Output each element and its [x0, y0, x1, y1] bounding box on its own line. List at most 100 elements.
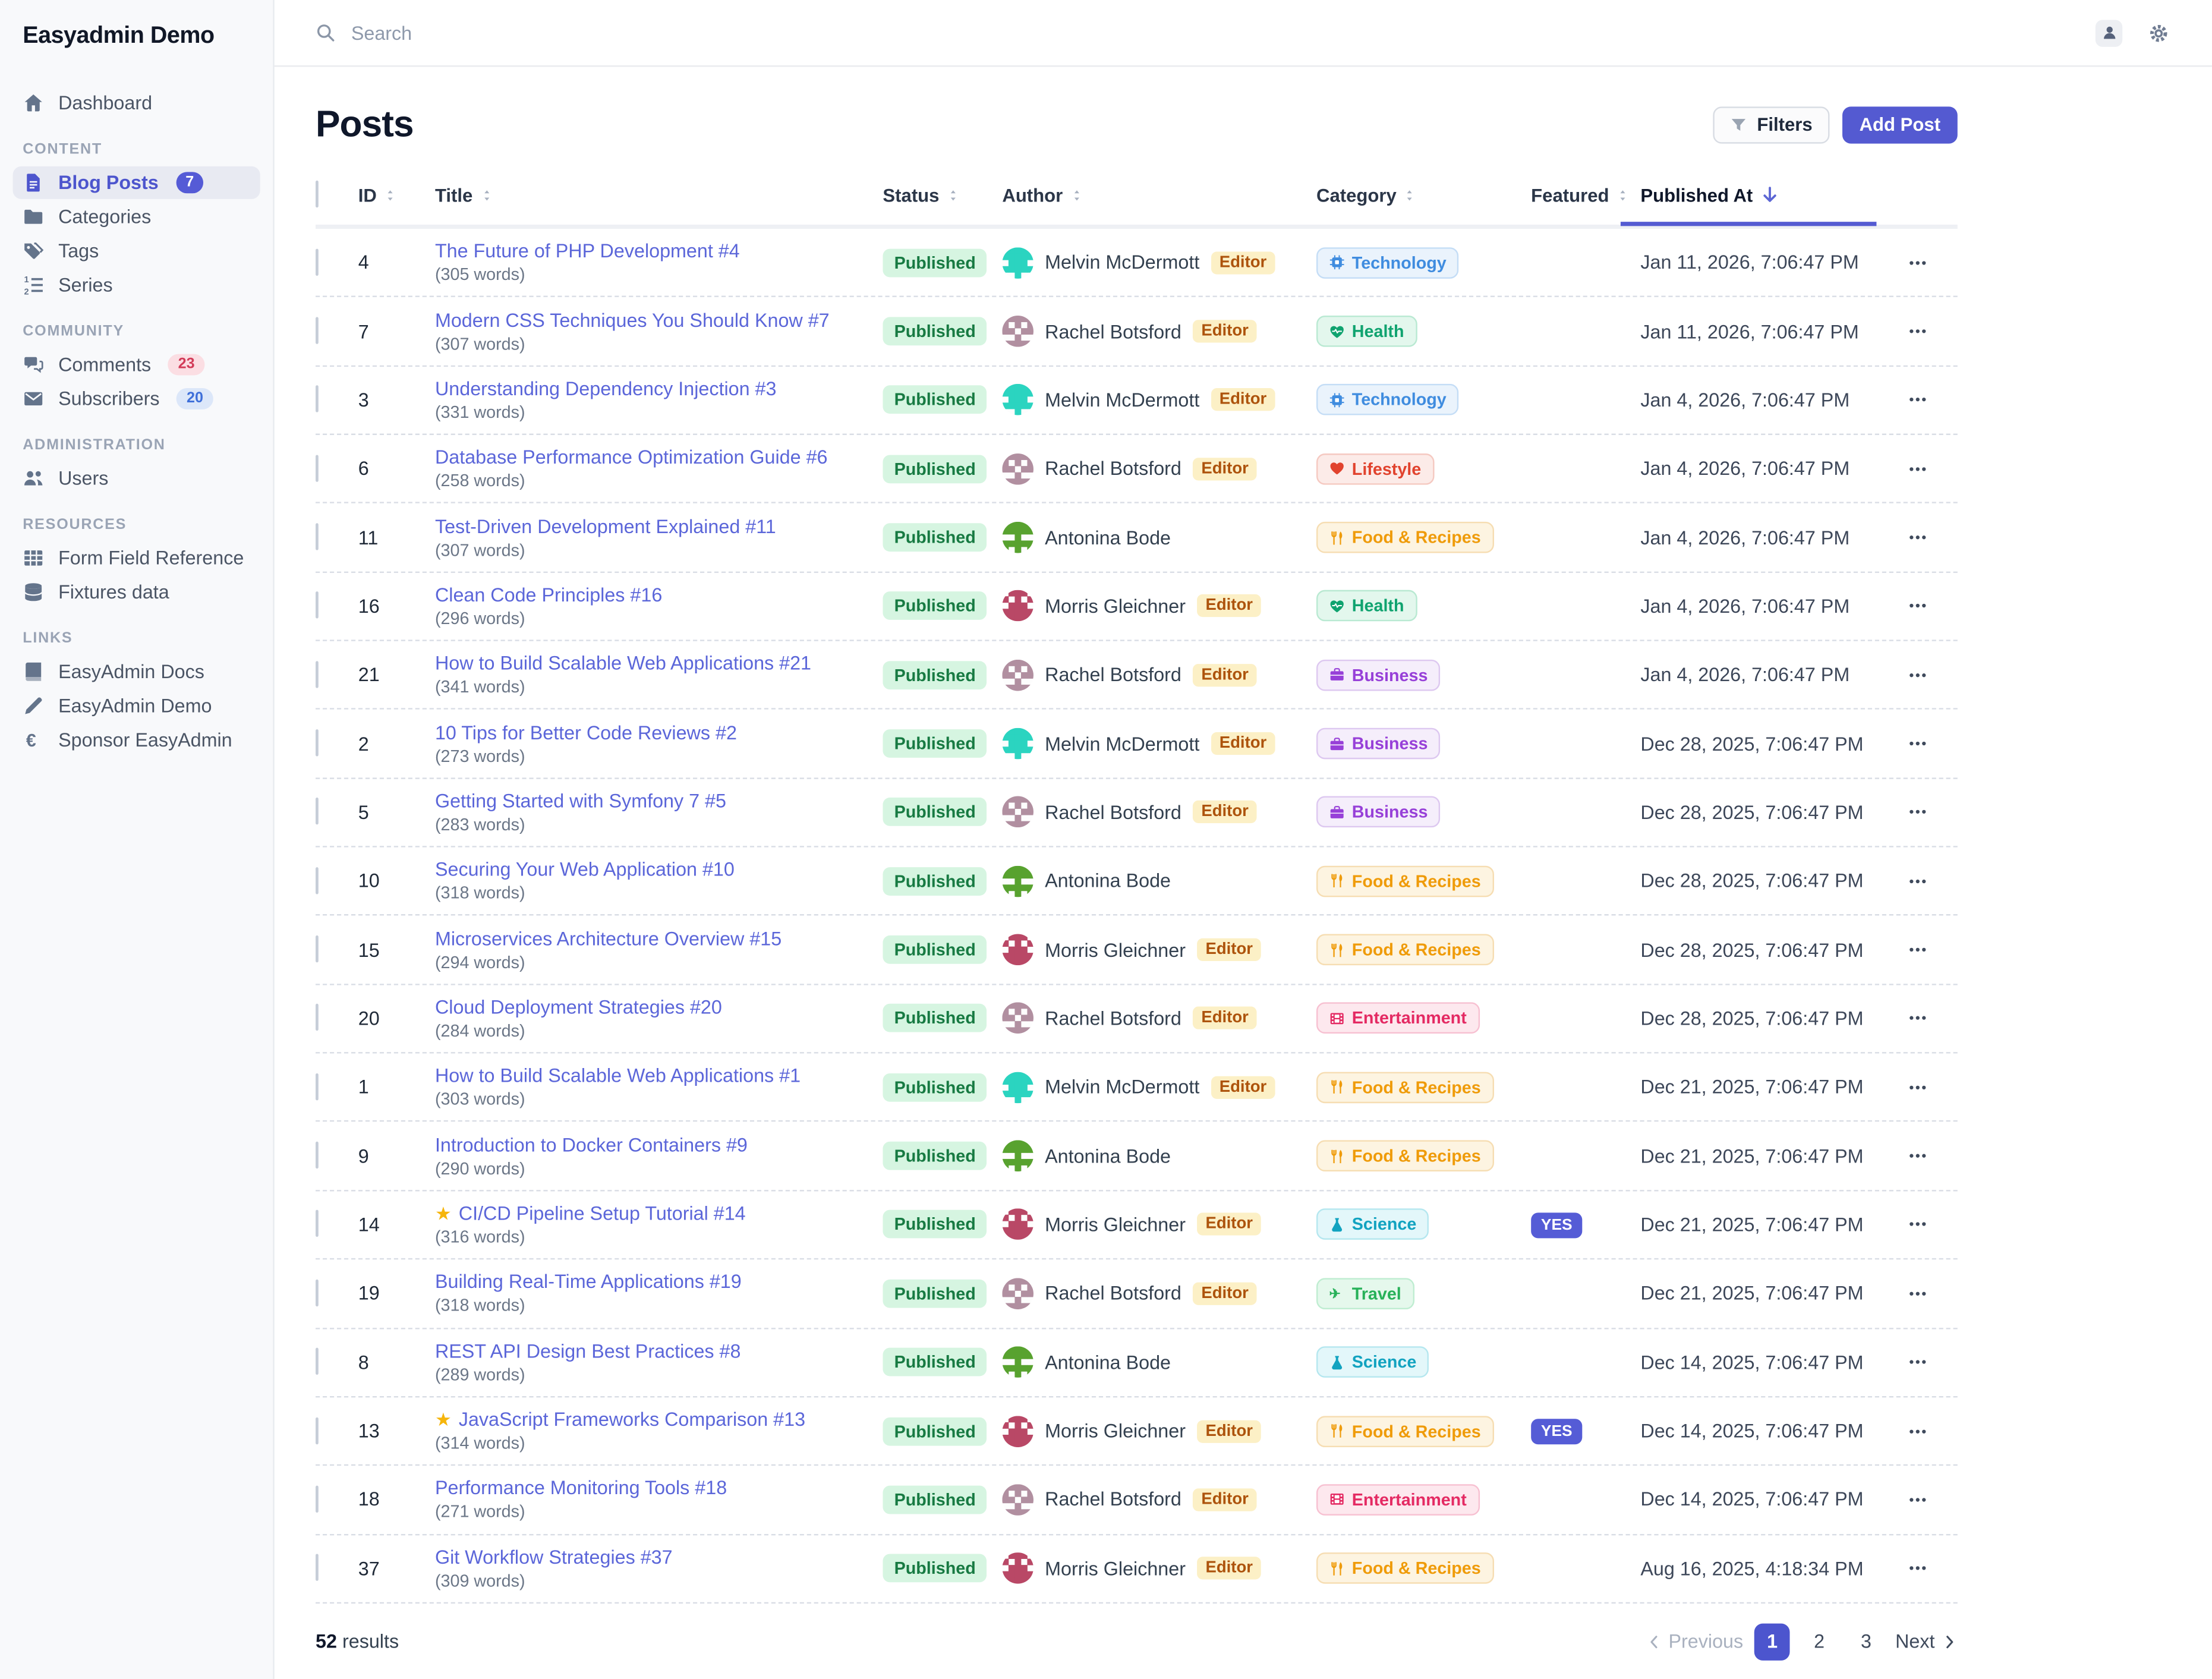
- row-actions-button[interactable]: [1876, 382, 1957, 418]
- post-title-link[interactable]: How to Build Scalable Web Applications #…: [435, 653, 811, 674]
- row-actions-button[interactable]: [1876, 313, 1957, 349]
- row-checkbox[interactable]: [316, 1142, 319, 1168]
- sidebar-item-subscribers[interactable]: Subscribers20: [13, 382, 260, 415]
- post-title-link[interactable]: Clean Code Principles #16: [435, 584, 662, 606]
- row-actions-button[interactable]: [1876, 794, 1957, 831]
- row-checkbox[interactable]: [316, 935, 319, 962]
- role-badge: Editor: [1211, 732, 1275, 755]
- sidebar-item-fixtures-data[interactable]: Fixtures data: [13, 576, 260, 609]
- post-title-link[interactable]: Understanding Dependency Injection #3: [435, 378, 776, 399]
- row-checkbox[interactable]: [316, 317, 319, 344]
- post-id: 11: [358, 527, 435, 548]
- post-title-link[interactable]: Database Performance Optimization Guide …: [435, 447, 828, 468]
- row-actions-button[interactable]: [1876, 1138, 1957, 1174]
- column-header-author[interactable]: Author: [1002, 184, 1316, 206]
- sidebar-item-form-field-reference[interactable]: Form Field Reference: [13, 541, 260, 574]
- row-checkbox[interactable]: [316, 248, 319, 275]
- utensils-icon: [1329, 942, 1345, 957]
- post-title-link[interactable]: 10 Tips for Better Code Reviews #2: [435, 722, 737, 743]
- pagination-previous[interactable]: Previous: [1646, 1631, 1743, 1653]
- post-title-link[interactable]: Introduction to Docker Containers #9: [435, 1134, 748, 1155]
- column-header-status[interactable]: Status: [883, 184, 1002, 206]
- pagination-page-1[interactable]: 1: [1754, 1623, 1790, 1660]
- search-box[interactable]: [316, 21, 2096, 45]
- row-checkbox[interactable]: [316, 729, 319, 756]
- sidebar-item-categories[interactable]: Categories: [13, 200, 260, 233]
- row-checkbox[interactable]: [316, 1211, 319, 1237]
- pagination-page-2[interactable]: 2: [1801, 1623, 1837, 1660]
- row-actions-button[interactable]: [1876, 656, 1957, 693]
- row-checkbox[interactable]: [316, 1279, 319, 1306]
- row-actions-button[interactable]: [1876, 1000, 1957, 1037]
- post-title-link[interactable]: Git Workflow Strategies #37: [435, 1546, 673, 1568]
- row-actions-button[interactable]: [1876, 244, 1957, 281]
- row-checkbox[interactable]: [316, 798, 319, 825]
- row-actions-button[interactable]: [1876, 1069, 1957, 1105]
- row-checkbox[interactable]: [316, 1348, 319, 1375]
- column-header-category[interactable]: Category: [1316, 184, 1531, 206]
- sidebar-item-users[interactable]: Users: [13, 462, 260, 494]
- row-actions-button[interactable]: [1876, 1344, 1957, 1381]
- row-checkbox[interactable]: [316, 386, 319, 412]
- pagination-next[interactable]: Next: [1895, 1631, 1958, 1653]
- row-checkbox[interactable]: [316, 1417, 319, 1444]
- row-actions-button[interactable]: [1876, 1412, 1957, 1449]
- settings-button[interactable]: [2148, 22, 2169, 43]
- row-actions-button[interactable]: [1876, 862, 1957, 899]
- row-actions-button[interactable]: [1876, 725, 1957, 762]
- row-checkbox[interactable]: [316, 455, 319, 481]
- row-checkbox[interactable]: [316, 1554, 319, 1581]
- column-header-id[interactable]: ID: [358, 184, 435, 206]
- row-actions-button[interactable]: [1876, 1550, 1957, 1587]
- category-badge: Food & Recipes: [1316, 865, 1493, 897]
- sidebar-item-easyadmin-demo[interactable]: EasyAdmin Demo: [13, 689, 260, 722]
- post-title-link[interactable]: Getting Started with Symfony 7 #5: [435, 790, 726, 812]
- row-checkbox[interactable]: [316, 1073, 319, 1100]
- database-icon: [23, 581, 44, 603]
- row-actions-button[interactable]: [1876, 931, 1957, 968]
- status-badge: Published: [883, 661, 987, 689]
- post-title-link[interactable]: Cloud Deployment Strategies #20: [435, 997, 722, 1018]
- sidebar-item-easyadmin-docs[interactable]: EasyAdmin Docs: [13, 656, 260, 688]
- post-title-link[interactable]: Performance Monitoring Tools #18: [435, 1478, 727, 1499]
- row-checkbox[interactable]: [316, 867, 319, 894]
- post-title-link[interactable]: The Future of PHP Development #4: [435, 241, 740, 262]
- user-menu-button[interactable]: [2096, 19, 2122, 46]
- sidebar-item-tags[interactable]: Tags: [13, 235, 260, 267]
- row-checkbox[interactable]: [316, 1485, 319, 1512]
- sidebar-item-dashboard[interactable]: Dashboard: [13, 87, 260, 119]
- row-checkbox[interactable]: [316, 661, 319, 688]
- filters-button[interactable]: Filters: [1713, 106, 1829, 143]
- select-all-checkbox[interactable]: [316, 181, 319, 207]
- sidebar-item-blog-posts[interactable]: Blog Posts7: [13, 166, 260, 199]
- add-post-button[interactable]: Add Post: [1842, 106, 1958, 143]
- post-title-link[interactable]: Microservices Architecture Overview #15: [435, 928, 782, 949]
- post-title-link[interactable]: Modern CSS Techniques You Should Know #7: [435, 309, 830, 330]
- post-title-link[interactable]: How to Build Scalable Web Applications #…: [435, 1065, 801, 1086]
- column-header-featured[interactable]: Featured: [1531, 184, 1640, 206]
- role-badge: Editor: [1193, 663, 1257, 686]
- row-actions-button[interactable]: [1876, 1207, 1957, 1243]
- row-actions-button[interactable]: [1876, 1275, 1957, 1312]
- row-checkbox[interactable]: [316, 523, 319, 550]
- row-actions-button[interactable]: [1876, 1481, 1957, 1518]
- row-actions-button[interactable]: [1876, 588, 1957, 625]
- row-checkbox[interactable]: [316, 592, 319, 619]
- sidebar-item-sponsor-easyadmin[interactable]: €Sponsor EasyAdmin: [13, 724, 260, 757]
- column-header-published-at[interactable]: Published At: [1640, 184, 1876, 206]
- sidebar-item-comments[interactable]: Comments23: [13, 348, 260, 381]
- column-header-title[interactable]: Title: [435, 184, 883, 206]
- pagination-page-3[interactable]: 3: [1848, 1623, 1884, 1660]
- post-title-link[interactable]: Test-Driven Development Explained #11: [435, 515, 776, 537]
- post-title-link[interactable]: Securing Your Web Application #10: [435, 859, 735, 880]
- post-title-link[interactable]: Building Real-Time Applications #19: [435, 1271, 742, 1293]
- post-title-link[interactable]: CI/CD Pipeline Setup Tutorial #14: [459, 1203, 746, 1224]
- post-title-link[interactable]: JavaScript Frameworks Comparison #13: [459, 1409, 805, 1431]
- post-title-link[interactable]: REST API Design Best Practices #8: [435, 1340, 741, 1362]
- row-checkbox[interactable]: [316, 1004, 319, 1031]
- row-actions-button[interactable]: [1876, 451, 1957, 487]
- sidebar-item-series[interactable]: 12Series: [13, 269, 260, 301]
- author-name: Rachel Botsford: [1045, 1489, 1181, 1510]
- row-actions-button[interactable]: [1876, 519, 1957, 556]
- search-input[interactable]: [348, 21, 809, 45]
